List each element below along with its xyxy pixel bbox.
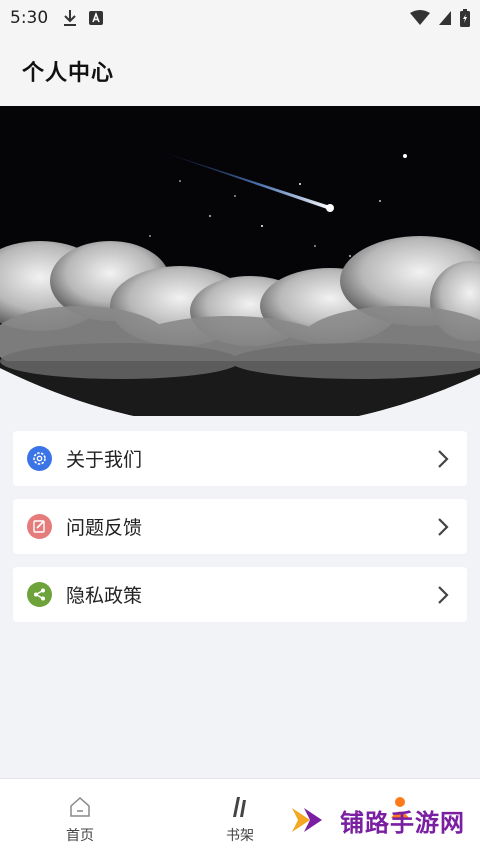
app-notification-icon [89,11,104,25]
wifi-icon [410,10,430,25]
status-time: 5:30 [10,8,49,28]
chevron-right-icon [438,517,449,536]
tab-home[interactable]: 首页 [0,779,160,854]
menu-item-privacy-policy[interactable]: 隐私政策 [13,567,467,622]
bookshelf-icon [233,797,246,817]
watermark-text: 铺路手游网 [340,808,465,837]
chevron-right-icon [438,449,449,468]
chevron-right-icon [438,585,449,604]
share-icon [27,582,52,607]
signal-icon [439,11,451,25]
status-bar: 5:30 [0,0,480,36]
menu-item-label: 关于我们 [66,449,143,471]
hero-banner-image [0,106,480,416]
menu-item-about-us[interactable]: 关于我们 [13,431,467,486]
tab-label: 书架 [226,828,254,844]
battery-icon [460,9,470,27]
page-title: 个人中心 [22,61,115,86]
home-icon [70,796,90,817]
download-icon [64,10,77,26]
watermark: 铺路手游网 [290,800,465,840]
menu-item-feedback[interactable]: 问题反馈 [13,499,467,554]
watermark-logo-icon [292,808,322,832]
status-system-icons [410,9,470,27]
header: 个人中心 [0,36,480,106]
menu-item-label: 隐私政策 [66,585,143,607]
feedback-icon [27,514,52,539]
gear-icon [27,446,52,471]
status-notification-icons [62,9,104,27]
tab-label: 首页 [66,828,94,844]
menu-item-label: 问题反馈 [66,517,143,539]
